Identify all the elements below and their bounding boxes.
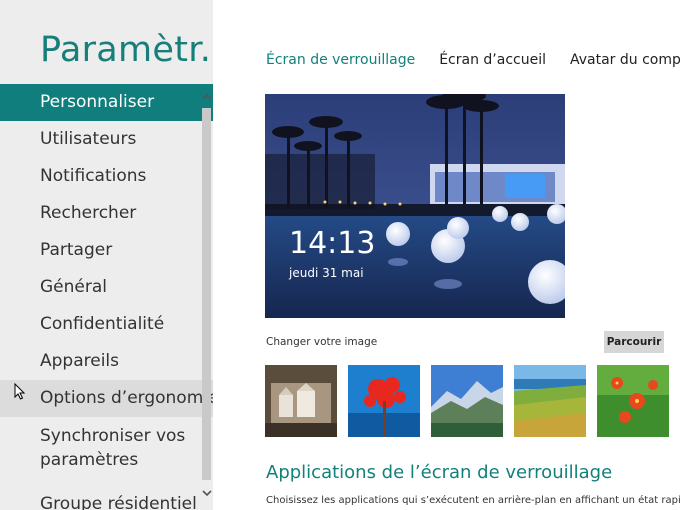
image-thumbnails [265, 365, 669, 437]
nav-item-synchroniser[interactable]: Synchroniser vos paramètres [0, 417, 213, 486]
nav-item-notifications[interactable]: Notifications [0, 158, 213, 195]
nav-item-personnaliser[interactable]: Personnaliser [0, 84, 213, 121]
thumbnail-image[interactable] [265, 365, 337, 437]
scroll-up-icon[interactable] [200, 92, 213, 106]
mouse-cursor-icon [14, 382, 26, 400]
preview-background-image [265, 94, 565, 318]
thumbnail-image[interactable] [597, 365, 669, 437]
page-title: Paramètr... [40, 30, 213, 70]
nav-item-appareils[interactable]: Appareils [0, 343, 213, 380]
thumbnail-image[interactable] [431, 365, 503, 437]
change-image-label: Changer votre image [266, 336, 378, 348]
lock-screen-apps-description: Choisissez les applications qui s’exécut… [266, 495, 680, 506]
nav-item-options-ergonomie[interactable]: Options d’ergonomie [0, 380, 213, 417]
lock-screen-date: jeudi 31 mai [289, 266, 364, 280]
thumbnail-image[interactable] [348, 365, 420, 437]
scroll-thumb[interactable] [202, 108, 211, 480]
lock-screen-preview: 14:13 jeudi 31 mai [265, 94, 565, 318]
thumbnail-image[interactable] [514, 365, 586, 437]
lock-screen-apps-title: Applications de l’écran de verrouillage [266, 462, 613, 483]
nav-item-groupe-residentiel[interactable]: Groupe résidentiel [0, 486, 213, 510]
browse-button[interactable]: Parcourir [604, 331, 664, 353]
settings-nav-pane: Paramètr... Personnaliser Utilisateurs N… [0, 0, 213, 510]
nav-list: Personnaliser Utilisateurs Notifications… [0, 84, 213, 510]
lock-screen-time: 14:13 [289, 226, 376, 261]
settings-content: Écran de verrouillage Écran d’accueil Av… [213, 0, 680, 510]
nav-item-confidentialite[interactable]: Confidentialité [0, 306, 213, 343]
nav-scrollbar[interactable] [200, 84, 213, 510]
nav-item-rechercher[interactable]: Rechercher [0, 195, 213, 232]
nav-item-partager[interactable]: Partager [0, 232, 213, 269]
tab-account-picture[interactable]: Avatar du compte [570, 52, 680, 68]
settings-window: Paramètr... Personnaliser Utilisateurs N… [0, 0, 680, 510]
tab-bar: Écran de verrouillage Écran d’accueil Av… [266, 52, 680, 68]
nav-item-general[interactable]: Général [0, 269, 213, 306]
nav-item-utilisateurs[interactable]: Utilisateurs [0, 121, 213, 158]
tab-start-screen[interactable]: Écran d’accueil [439, 52, 546, 68]
scroll-down-icon[interactable] [200, 488, 213, 502]
tab-lock-screen[interactable]: Écran de verrouillage [266, 52, 415, 68]
